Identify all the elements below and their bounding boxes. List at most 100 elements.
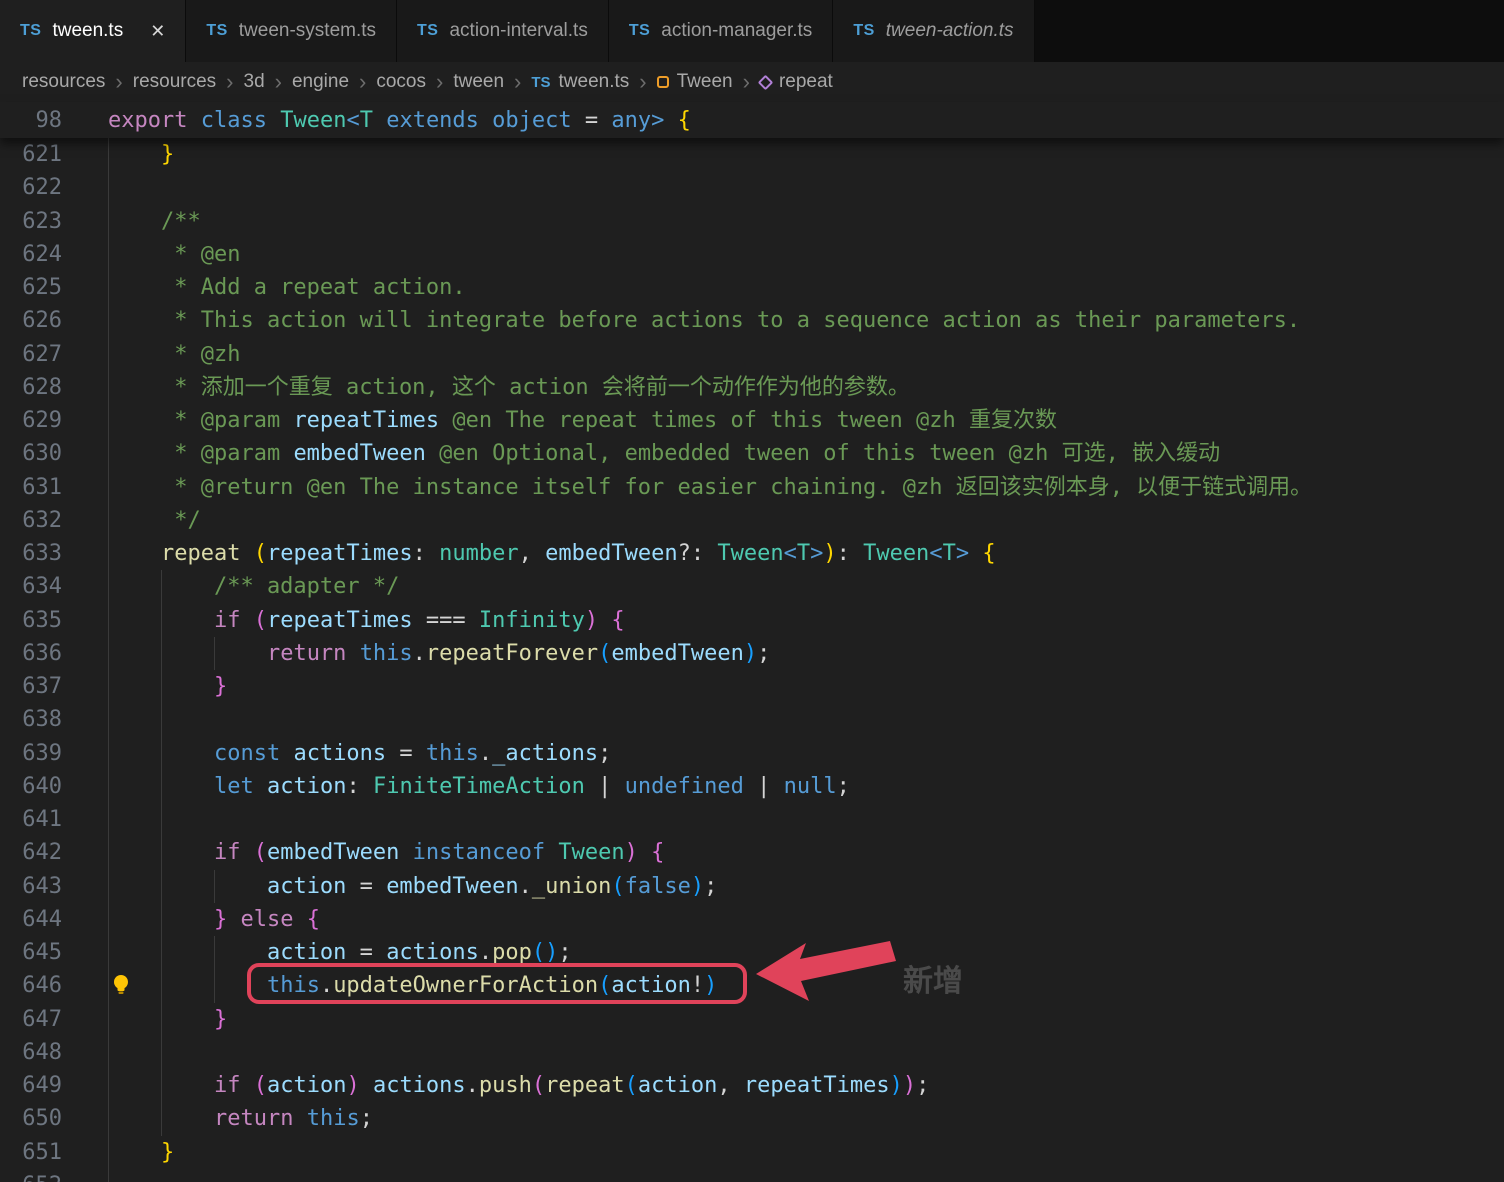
code-line-625[interactable]: 625 * Add a repeat action. [0, 271, 1504, 304]
breadcrumb-item-cocos[interactable]: cocos [376, 71, 426, 93]
breadcrumb-item-Tween[interactable]: Tween [657, 71, 733, 93]
line-number: 646 [0, 969, 62, 1002]
code-line-641[interactable]: 641 [0, 803, 1504, 836]
tab-label: tween-action.ts [886, 20, 1014, 42]
code-line-646[interactable]: 646 this.updateOwnerForAction(action!) [0, 969, 1504, 1002]
code-line-648[interactable]: 648 [0, 1036, 1504, 1069]
code-token: * This action will integrate before acti… [108, 308, 1300, 333]
code-line-650[interactable]: 650 return this; [0, 1102, 1504, 1135]
close-tab-icon[interactable]: ✕ [150, 22, 165, 40]
code-token: . [519, 874, 532, 899]
code-text: const actions = this._actions; [108, 737, 611, 770]
chevron-right-icon: › [115, 71, 122, 93]
code-token: } [108, 674, 227, 699]
line-number: 622 [0, 171, 62, 204]
code-token [598, 608, 611, 633]
sticky-scroll-line[interactable]: 98 export class Tween<T extends object =… [0, 102, 1504, 138]
tab-label: action-manager.ts [661, 20, 812, 42]
code-line-627[interactable]: 627 * @zh [0, 338, 1504, 371]
code-token [479, 108, 492, 133]
code-token [399, 840, 412, 865]
code-token: . [320, 973, 333, 998]
code-line-642[interactable]: 642 if (embedTween instanceof Tween) { [0, 836, 1504, 869]
lightbulb-icon[interactable] [110, 973, 132, 1003]
code-line-636[interactable]: 636 return this.repeatForever(embedTween… [0, 637, 1504, 670]
code-text: /** [108, 205, 201, 238]
code-token: ) [346, 1073, 359, 1098]
code-line-630[interactable]: 630 * @param embedTween @en Optional, em… [0, 437, 1504, 470]
code-token: } [108, 142, 174, 167]
breadcrumb-label: resources [133, 71, 216, 93]
tab-tween-action.ts[interactable]: TStween-action.ts [833, 0, 1034, 62]
code-token: , [519, 541, 546, 566]
code-line-645[interactable]: 645 action = actions.pop(); [0, 936, 1504, 969]
code-line-621[interactable]: 621 } [0, 138, 1504, 171]
code-text: } [108, 1003, 227, 1036]
code-line-644[interactable]: 644 } else { [0, 903, 1504, 936]
code-line-640[interactable]: 640 let action: FiniteTimeAction | undef… [0, 770, 1504, 803]
indent-guide [214, 637, 215, 670]
code-line-652[interactable]: 652 [0, 1169, 1504, 1182]
line-number: 630 [0, 437, 62, 470]
code-editor[interactable]: 621 }622623 /**624 * @en625 * Add a repe… [0, 138, 1504, 1182]
code-token: ( [532, 940, 545, 965]
code-token: ) [585, 608, 598, 633]
code-line-649[interactable]: 649 if (action) actions.push(repeat(acti… [0, 1069, 1504, 1102]
tab-label: tween-system.ts [239, 20, 376, 42]
tab-tween.ts[interactable]: TStween.ts✕ [0, 0, 186, 62]
code-line-639[interactable]: 639 const actions = this._actions; [0, 737, 1504, 770]
breadcrumb-item-repeat[interactable]: repeat [760, 71, 833, 93]
code-text: * @param repeatTimes @en The repeat time… [108, 404, 1057, 437]
line-number: 638 [0, 703, 62, 736]
code-token: push [479, 1073, 532, 1098]
code-token: number [439, 541, 518, 566]
line-number: 643 [0, 870, 62, 903]
breadcrumb-item-engine[interactable]: engine [292, 71, 349, 93]
code-line-628[interactable]: 628 * 添加一个重复 action, 这个 action 会将前一个动作作为… [0, 371, 1504, 404]
line-number: 629 [0, 404, 62, 437]
code-line-651[interactable]: 651 } [0, 1136, 1504, 1169]
code-line-623[interactable]: 623 /** [0, 205, 1504, 238]
code-token: T [797, 541, 810, 566]
code-token: : [691, 541, 718, 566]
code-line-629[interactable]: 629 * @param repeatTimes @en The repeat … [0, 404, 1504, 437]
code-token: ( [254, 541, 267, 566]
code-line-634[interactable]: 634 /** adapter */ [0, 570, 1504, 603]
breadcrumb-item-resources[interactable]: resources [22, 71, 105, 93]
breadcrumb-item-tween[interactable]: tween [453, 71, 504, 93]
code-token: @en Optional, embedded tween of this twe… [426, 441, 1220, 466]
code-token: ( [598, 641, 611, 666]
code-text: repeat (repeatTimes: number, embedTween?… [108, 537, 996, 570]
tab-tween-system.ts[interactable]: TStween-system.ts [186, 0, 397, 62]
code-line-643[interactable]: 643 action = embedTween._union(false); [0, 870, 1504, 903]
tab-action-interval.ts[interactable]: TSaction-interval.ts [397, 0, 609, 62]
code-line-626[interactable]: 626 * This action will integrate before … [0, 304, 1504, 337]
breadcrumb-item-tween.ts[interactable]: TStween.ts [531, 71, 629, 93]
code-token: * 添加一个重复 action, 这个 action 会将前一个动作作为他的参数… [108, 375, 910, 400]
code-line-622[interactable]: 622 [0, 171, 1504, 204]
code-token: Tween [280, 108, 346, 133]
code-line-624[interactable]: 624 * @en [0, 238, 1504, 271]
code-line-637[interactable]: 637 } [0, 670, 1504, 703]
breadcrumb-item-3d[interactable]: 3d [244, 71, 265, 93]
code-token: { [651, 840, 664, 865]
code-line-635[interactable]: 635 if (repeatTimes === Infinity) { [0, 604, 1504, 637]
code-token: * @param [108, 441, 293, 466]
line-number: 640 [0, 770, 62, 803]
code-line-631[interactable]: 631 * @return @en The instance itself fo… [0, 471, 1504, 504]
line-number: 625 [0, 271, 62, 304]
code-token: actions [293, 741, 386, 766]
code-line-647[interactable]: 647 } [0, 1003, 1504, 1036]
breadcrumb-item-resources[interactable]: resources [133, 71, 216, 93]
code-token: { [982, 541, 995, 566]
line-number: 639 [0, 737, 62, 770]
tab-action-manager.ts[interactable]: TSaction-manager.ts [609, 0, 833, 62]
code-token: const [214, 741, 280, 766]
breadcrumb-label: tween [453, 71, 504, 93]
code-line-638[interactable]: 638 [0, 703, 1504, 736]
code-line-633[interactable]: 633 repeat (repeatTimes: number, embedTw… [0, 537, 1504, 570]
code-token: < [784, 541, 797, 566]
code-token: ? [678, 541, 691, 566]
code-token: action [267, 874, 346, 899]
code-line-632[interactable]: 632 */ [0, 504, 1504, 537]
